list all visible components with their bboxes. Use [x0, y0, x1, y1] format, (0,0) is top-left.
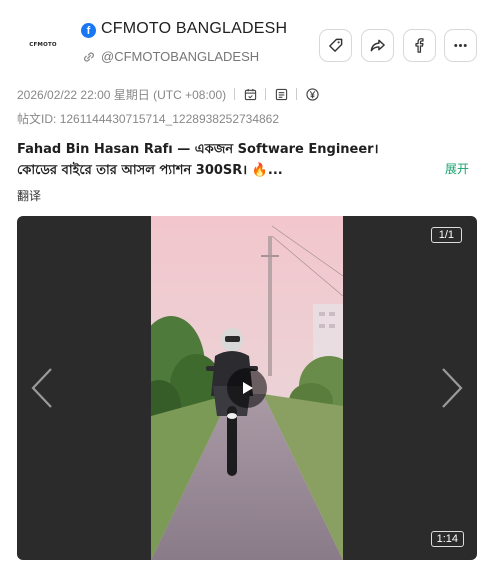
account-name[interactable]: CFMOTO BANGLADESH — [101, 20, 287, 38]
previous-arrow-icon[interactable] — [29, 366, 55, 410]
play-icon — [243, 382, 253, 394]
media-viewer[interactable]: 1/1 1:14 — [17, 216, 477, 560]
play-button[interactable] — [227, 368, 267, 408]
next-arrow-icon[interactable] — [439, 366, 465, 410]
translate-link[interactable]: 翻译 — [17, 187, 41, 204]
expand-link[interactable]: 展开 — [445, 160, 469, 177]
divider — [265, 88, 267, 100]
facebook-icon: f — [81, 23, 96, 38]
tag-icon — [329, 38, 343, 52]
currency-icon[interactable] — [305, 87, 319, 101]
more-icon — [454, 43, 467, 48]
account-handle[interactable]: @CFMOTOBANGLADESH — [101, 49, 259, 64]
link-icon — [84, 52, 94, 62]
post-datetime: 2026/02/22 22:00 星期日 (UTC +08:00) — [17, 87, 227, 102]
avatar-logo-text: CFMOTO — [29, 42, 57, 48]
document-icon[interactable] — [274, 87, 288, 101]
facebook-icon — [415, 38, 424, 53]
avatar[interactable]: CFMOTO — [19, 25, 67, 65]
tag-button[interactable] — [319, 29, 352, 62]
post-header: CFMOTO f CFMOTO BANGLADESH @CFMOTOBANGLA… — [0, 0, 494, 82]
share-icon — [370, 39, 385, 52]
media-counter: 1/1 — [430, 227, 462, 243]
post-text: Fahad Bin Hasan Rafı — একজন Software Eng… — [17, 139, 437, 181]
share-button[interactable] — [361, 29, 394, 62]
calendar-icon[interactable] — [243, 87, 257, 101]
post-id-value: 1261144430715714_1228938252734862 — [59, 112, 280, 126]
post-meta: 2026/02/22 22:00 星期日 (UTC +08:00) — [17, 86, 319, 102]
more-button[interactable] — [444, 29, 477, 62]
post-text-line-2: কোডের বাইরে তার আসল প্যাশন 300SR। 🔥... — [17, 163, 283, 178]
video-duration: 1:14 — [430, 531, 464, 547]
divider — [296, 88, 298, 100]
post-id: 帖文ID: 1261144430715714_1228938252734862 — [17, 110, 279, 127]
post-id-label: 帖文ID: — [17, 112, 57, 126]
facebook-button[interactable] — [403, 29, 436, 62]
divider — [234, 88, 236, 100]
post-text-line-1: Fahad Bin Hasan Rafı — একজন Software Eng… — [17, 142, 379, 157]
